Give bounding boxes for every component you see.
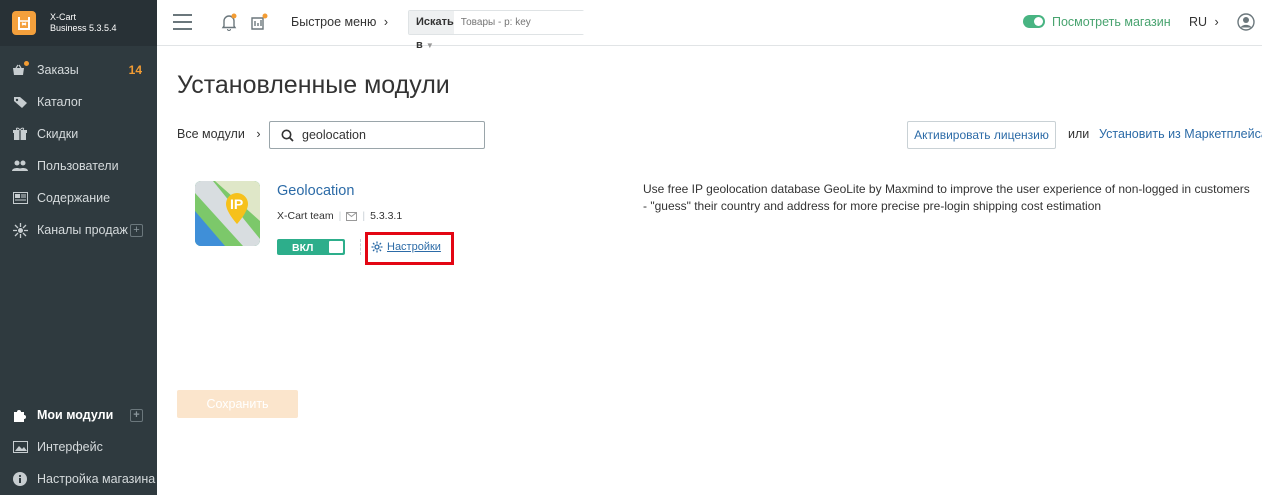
sidebar-item-orders[interactable]: Заказы 14	[0, 54, 157, 86]
top-bar: Быстрое меню › Искать в ▼ Посмотреть маг…	[157, 0, 1262, 51]
module-author: X-Cart team	[277, 210, 334, 222]
mail-icon[interactable]	[346, 211, 358, 221]
toggle-state-label: ВКЛ	[292, 242, 314, 254]
module-settings-link[interactable]: Настройки	[371, 241, 441, 253]
brand-version: Business 5.3.5.4	[50, 23, 117, 33]
sidebar-item-content[interactable]: Содержание	[0, 182, 157, 214]
user-account-icon[interactable]	[1237, 13, 1255, 31]
sidebar-bottom-nav: Мои модули + Интерфейс Настройка магазин…	[0, 399, 157, 495]
module-search-input[interactable]	[302, 128, 472, 142]
users-icon	[12, 159, 28, 173]
bell-icon[interactable]	[219, 12, 239, 32]
info-icon	[12, 472, 28, 486]
brand[interactable]: X-Cart Business 5.3.5.4	[0, 0, 157, 46]
activate-license-button[interactable]: Активировать лицензию	[907, 121, 1056, 149]
caret-down-icon: ▼	[425, 41, 434, 50]
settings-label: Настройки	[387, 241, 441, 253]
add-module-icon[interactable]: +	[130, 408, 143, 422]
view-store-link[interactable]: Посмотреть магазин	[1052, 15, 1171, 29]
module-description: Use free IP geolocation database GeoLite…	[643, 182, 1250, 213]
icon-ip-label: IP	[230, 196, 244, 212]
or-text: или	[1068, 127, 1090, 141]
module-meta: X-Cart team | | 5.3.3.1	[277, 210, 402, 222]
quick-menu-label: Быстрое меню	[291, 15, 377, 29]
module-search-field	[269, 121, 485, 149]
toggle-knob	[329, 241, 343, 253]
sidebar: X-Cart Business 5.3.5.4 Заказы 14 Катало…	[0, 0, 157, 495]
sidebar-item-label: Каталог	[37, 95, 83, 109]
sidebar-item-label: Каналы продаж	[37, 223, 128, 237]
xcart-logo-icon	[12, 11, 36, 35]
gear-icon	[371, 241, 383, 253]
chevron-right-icon: ›	[1214, 15, 1219, 29]
sidebar-item-label: Настройка магазина	[37, 472, 156, 486]
network-icon	[12, 222, 28, 238]
sidebar-item-interface[interactable]: Интерфейс	[0, 431, 157, 463]
sidebar-item-my-modules[interactable]: Мои модули +	[0, 399, 157, 431]
content-icon	[12, 191, 28, 205]
breadcrumb[interactable]: Все модули ›	[177, 127, 261, 141]
brand-text: X-Cart Business 5.3.5.4	[50, 12, 117, 34]
save-button[interactable]: Сохранить	[177, 390, 298, 418]
module-name-link[interactable]: Geolocation	[277, 183, 354, 199]
quick-menu[interactable]: Быстрое меню ›	[291, 15, 388, 29]
sidebar-item-label: Заказы	[37, 63, 79, 77]
brand-name: X-Cart	[50, 12, 77, 22]
sidebar-item-catalog[interactable]: Каталог	[0, 86, 157, 118]
orders-count-badge: 14	[128, 63, 142, 77]
divider: |	[362, 210, 366, 222]
sidebar-item-sales-channels[interactable]: Каналы продаж +	[0, 214, 157, 246]
sidebar-item-users[interactable]: Пользователи	[0, 150, 157, 182]
sidebar-item-store-setup[interactable]: Настройка магазина	[0, 463, 157, 495]
add-sales-channel-icon[interactable]: +	[130, 223, 143, 237]
global-search: Искать в ▼	[408, 10, 593, 51]
menu-toggle-icon[interactable]	[173, 14, 192, 30]
sidebar-item-label: Мои модули	[37, 408, 114, 422]
module-version: 5.3.3.1	[370, 210, 403, 222]
divider: |	[338, 210, 342, 222]
chevron-right-icon: ›	[383, 15, 388, 29]
divider	[360, 239, 361, 255]
notification-dot	[24, 61, 29, 66]
store-notifications-icon[interactable]	[250, 12, 270, 32]
store-status-toggle[interactable]	[1023, 15, 1045, 28]
gift-icon	[12, 127, 28, 141]
chevron-right-icon: ›	[256, 127, 261, 141]
sidebar-item-label: Пользователи	[37, 159, 119, 173]
install-from-marketplace-link[interactable]: Установить из Маркетплейса	[1099, 127, 1262, 141]
global-search-input[interactable]	[453, 11, 593, 34]
language-code: RU	[1189, 15, 1208, 29]
image-icon	[12, 440, 28, 454]
language-selector[interactable]: RU ›	[1189, 15, 1219, 29]
sidebar-item-label: Скидки	[37, 127, 79, 141]
tag-icon	[12, 95, 28, 109]
sidebar-nav: Заказы 14 Каталог Скидки Пользователи Со…	[0, 54, 157, 246]
search-scope-select[interactable]: Искать в ▼	[409, 11, 454, 51]
breadcrumb-all-modules: Все модули	[177, 127, 245, 141]
search-scope-label: Искать в	[416, 16, 454, 51]
page-title: Установленные модули	[177, 71, 450, 99]
puzzle-icon	[12, 408, 28, 422]
sidebar-item-label: Содержание	[37, 191, 111, 205]
geolocation-module-icon: IP	[195, 181, 260, 246]
module-enabled-toggle[interactable]: ВКЛ	[277, 239, 345, 255]
sidebar-item-label: Интерфейс	[37, 440, 103, 454]
sidebar-item-discounts[interactable]: Скидки	[0, 118, 157, 150]
search-icon	[281, 129, 294, 142]
